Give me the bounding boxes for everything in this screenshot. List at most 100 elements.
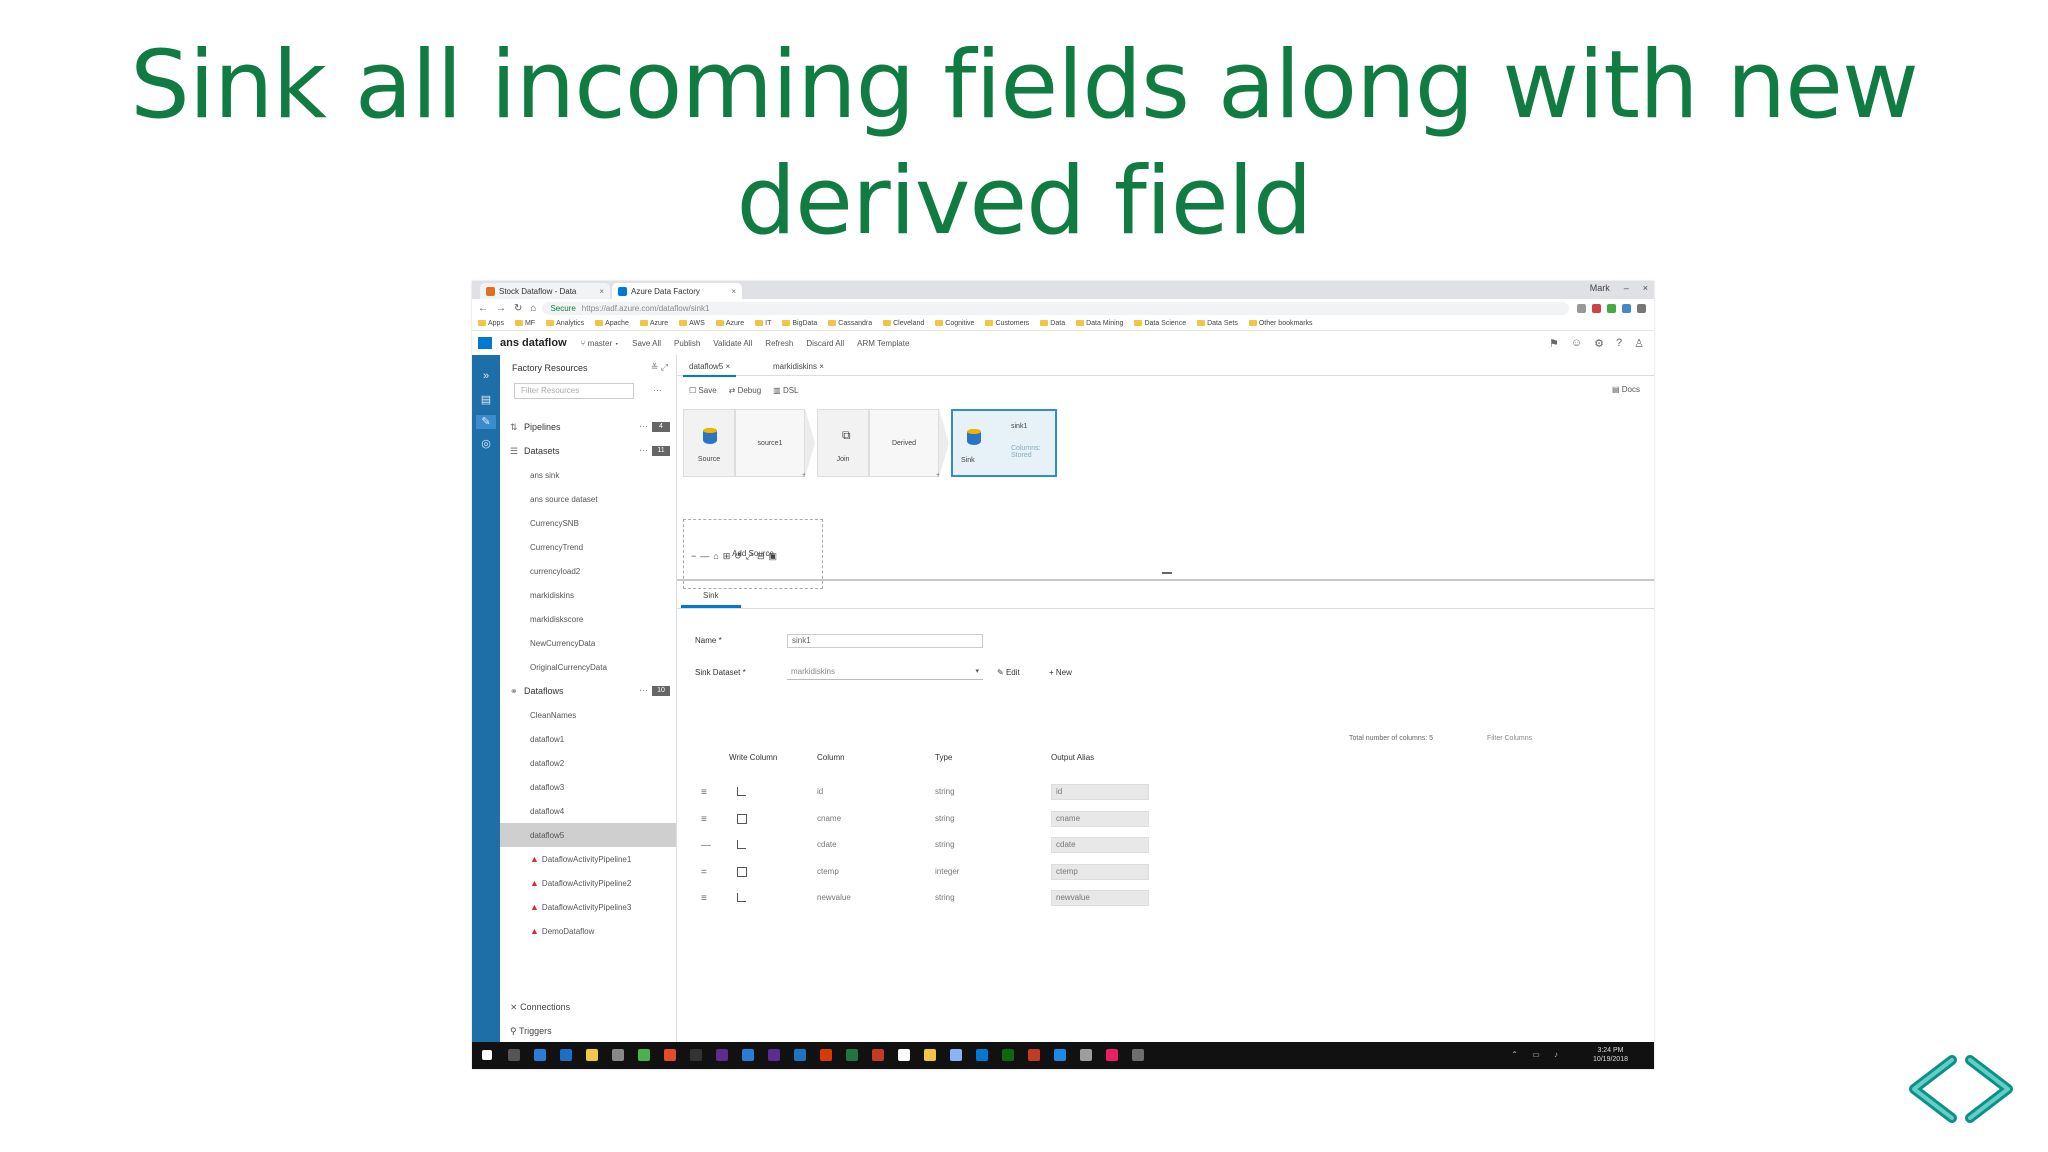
close-icon[interactable]: × bbox=[599, 287, 604, 296]
validate-all-button[interactable]: Validate All bbox=[713, 339, 752, 348]
drag-handle-icon[interactable]: ≡ bbox=[701, 814, 707, 825]
panel-splitter[interactable] bbox=[677, 579, 1654, 581]
nav-right-arrow-icon[interactable] bbox=[1965, 1055, 2013, 1123]
url-field[interactable]: Secure https://adf.azure.com/dataflow/si… bbox=[542, 301, 1569, 315]
zoom-slider-icon[interactable]: — bbox=[700, 551, 713, 561]
bookmark-item[interactable]: IT bbox=[755, 320, 771, 327]
docs-link[interactable]: ▤ Docs bbox=[1612, 385, 1640, 394]
bookmark-item[interactable]: Data Sets bbox=[1197, 320, 1238, 327]
edit-dataset-button[interactable]: ✎ Edit bbox=[997, 668, 1020, 677]
tree-group[interactable]: ⇅ Pipelines ⋯ 4 bbox=[500, 415, 676, 439]
taskbar-app-icon[interactable] bbox=[950, 1049, 962, 1061]
tree-item[interactable]: dataflow5 bbox=[500, 823, 676, 847]
minimap-icon[interactable]: ▣ bbox=[769, 551, 782, 561]
notifications-icon[interactable]: ⚑ bbox=[1549, 337, 1559, 350]
output-alias-input[interactable]: cname bbox=[1051, 810, 1149, 827]
close-window-icon[interactable]: × bbox=[1643, 283, 1648, 293]
bookmark-item[interactable]: Other bookmarks bbox=[1248, 320, 1313, 327]
taskbar-app-icon[interactable] bbox=[1132, 1049, 1144, 1061]
output-alias-input[interactable]: newvalue bbox=[1051, 890, 1149, 906]
taskbar-app-icon[interactable] bbox=[846, 1049, 858, 1061]
write-column-checkbox[interactable] bbox=[737, 813, 747, 824]
tree-item[interactable]: ▲ DemoDataflow bbox=[500, 919, 676, 943]
home-icon[interactable]: ⌂ bbox=[530, 303, 536, 314]
bookmark-item[interactable]: Data bbox=[1040, 320, 1065, 327]
taskbar-app-icon[interactable] bbox=[794, 1049, 806, 1061]
tree-item[interactable]: ans source dataset bbox=[500, 487, 676, 511]
taskbar-app-icon[interactable] bbox=[1080, 1049, 1092, 1061]
publish-button[interactable]: Publish bbox=[674, 339, 700, 348]
tree-item[interactable]: dataflow4 bbox=[500, 799, 676, 823]
drag-handle-icon[interactable]: ≡ bbox=[701, 893, 707, 904]
taskbar-app-icon[interactable] bbox=[690, 1049, 702, 1061]
monitor-icon[interactable]: ◎ bbox=[479, 437, 493, 451]
bookmark-item[interactable]: Data Science bbox=[1134, 320, 1186, 327]
doc-tab-markidiskins[interactable]: markidiskins × bbox=[767, 357, 830, 375]
taskbar-app-icon[interactable] bbox=[508, 1049, 520, 1061]
new-dataset-button[interactable]: + New bbox=[1049, 668, 1072, 677]
taskbar-app-icon[interactable] bbox=[924, 1049, 936, 1061]
bookmark-item[interactable]: Data Mining bbox=[1076, 320, 1123, 327]
taskbar-app-icon[interactable] bbox=[976, 1049, 988, 1061]
star-icon[interactable] bbox=[1577, 303, 1586, 313]
tree-group[interactable]: ☰ Datasets ⋯ 11 bbox=[500, 439, 676, 463]
tree-item[interactable]: CurrencySNB bbox=[500, 511, 676, 535]
bookmark-item[interactable]: Apps bbox=[478, 320, 504, 327]
windows-start-icon[interactable] bbox=[482, 1050, 492, 1060]
sink-node[interactable]: Sink sink1 Columns: Stored bbox=[951, 409, 1057, 477]
tree-item[interactable]: ▲ DataflowActivityPipeline1 bbox=[500, 847, 676, 871]
collapse-icon[interactable]: ≚ ⤢ bbox=[651, 362, 668, 373]
tree-item[interactable]: ▲ DataflowActivityPipeline2 bbox=[500, 871, 676, 895]
output-alias-input[interactable]: ctemp bbox=[1051, 863, 1149, 880]
bookmark-item[interactable]: Azure bbox=[639, 320, 668, 327]
branch-selector[interactable]: ⑂ master ▾ bbox=[581, 339, 620, 348]
forward-icon[interactable]: → bbox=[496, 303, 506, 314]
taskbar-app-icon[interactable] bbox=[612, 1049, 624, 1061]
bookmark-item[interactable]: Cassandra bbox=[828, 320, 872, 327]
taskbar-app-icon[interactable] bbox=[638, 1049, 650, 1061]
dsl-button[interactable]: ▥ DSL bbox=[773, 386, 798, 395]
splitter-handle[interactable] bbox=[1162, 572, 1172, 574]
tree-item[interactable]: CleanNames bbox=[500, 703, 676, 727]
taskbar-app-icon[interactable] bbox=[560, 1049, 572, 1061]
derived-node[interactable]: Derived + bbox=[869, 409, 940, 479]
layout-icon[interactable]: ⊟ bbox=[757, 551, 769, 561]
bookmark-item[interactable]: BigData bbox=[782, 320, 817, 327]
extension-icon[interactable] bbox=[1592, 303, 1601, 313]
reset-icon[interactable]: ↺ bbox=[734, 551, 746, 561]
settings-icon[interactable]: ⚙ bbox=[1594, 337, 1604, 350]
bookmark-item[interactable]: Cleveland bbox=[883, 320, 924, 327]
tree-item[interactable]: OriginalCurrencyData bbox=[500, 655, 676, 679]
overview-icon[interactable]: ▤ bbox=[479, 393, 493, 407]
taskbar-app-icon[interactable] bbox=[742, 1049, 754, 1061]
output-alias-input[interactable]: id bbox=[1051, 784, 1149, 800]
drag-handle-icon[interactable]: — bbox=[701, 840, 711, 851]
browser-tab-1[interactable]: Stock Dataflow - Data × bbox=[480, 283, 610, 299]
close-icon[interactable]: × bbox=[731, 287, 736, 296]
taskbar-app-icon[interactable] bbox=[1054, 1049, 1066, 1061]
tree-group[interactable]: ⚭ Dataflows ⋯ 10 bbox=[500, 679, 676, 703]
bookmark-item[interactable]: Analytics bbox=[546, 320, 584, 327]
taskbar-app-icon[interactable] bbox=[1106, 1049, 1118, 1061]
connections-item[interactable]: ⨯ Connections bbox=[510, 995, 570, 1019]
taskbar-app-icon[interactable] bbox=[716, 1049, 728, 1061]
zoom-out-icon[interactable]: − bbox=[691, 551, 700, 561]
write-column-checkbox[interactable] bbox=[737, 840, 746, 849]
more-icon[interactable]: ⋯ bbox=[639, 685, 648, 696]
tree-item[interactable]: dataflow3 bbox=[500, 775, 676, 799]
tree-item[interactable]: NewCurrencyData bbox=[500, 631, 676, 655]
arm-template-button[interactable]: ARM Template bbox=[857, 339, 909, 348]
save-all-button[interactable]: Save All bbox=[632, 339, 661, 348]
debug-toggle[interactable]: ⇄ Debug bbox=[729, 386, 762, 395]
refresh-button[interactable]: Refresh bbox=[765, 339, 793, 348]
sink-dataset-select[interactable]: markidiskins ▾ bbox=[787, 666, 983, 680]
extension-icon[interactable] bbox=[1607, 303, 1616, 313]
taskbar-app-icon[interactable] bbox=[1002, 1049, 1014, 1061]
bookmark-item[interactable]: AWS bbox=[679, 320, 705, 327]
output-alias-input[interactable]: cdate bbox=[1051, 837, 1149, 853]
drag-handle-icon[interactable]: = bbox=[701, 867, 707, 878]
discard-all-button[interactable]: Discard All bbox=[806, 339, 844, 348]
taskbar-app-icon[interactable] bbox=[534, 1049, 546, 1061]
write-column-checkbox[interactable] bbox=[737, 787, 746, 796]
back-icon[interactable]: ← bbox=[478, 303, 488, 314]
